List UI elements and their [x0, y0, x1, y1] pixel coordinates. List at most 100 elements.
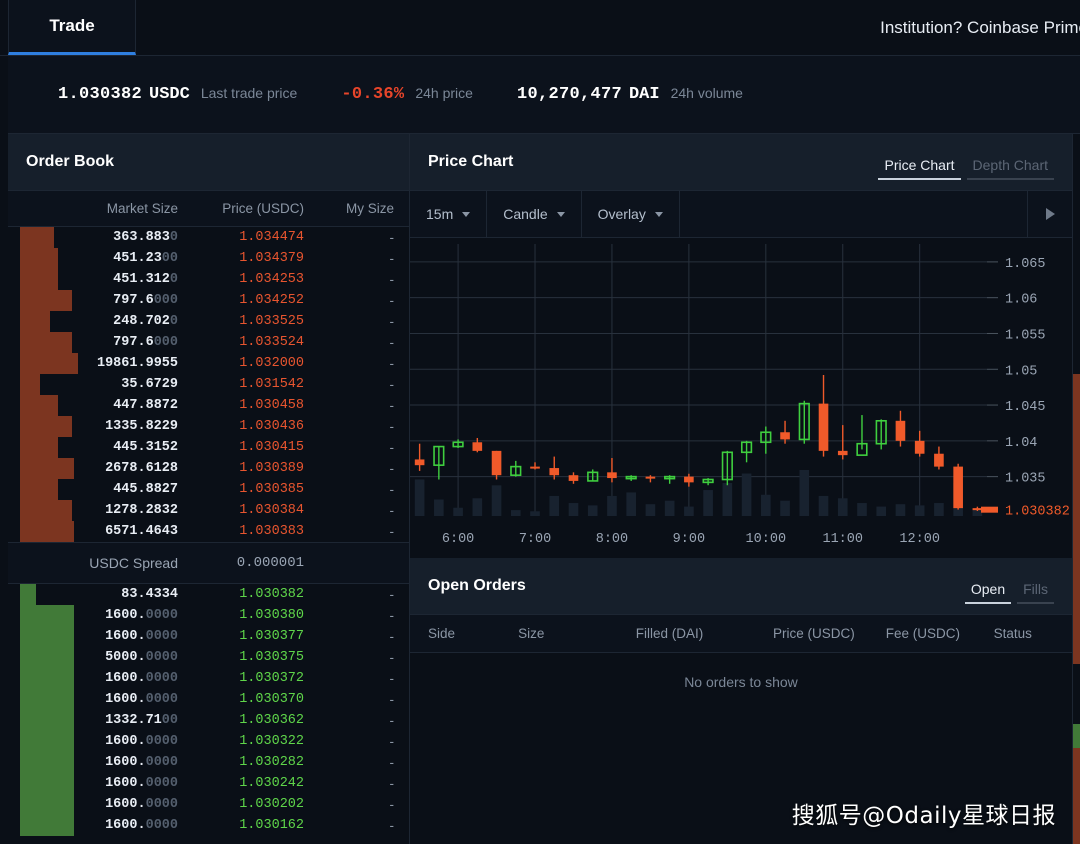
stat-24h-volume: 10,270,477 DAI 24h volume: [517, 85, 743, 104]
order-book-row[interactable]: 445.3152 1.030415 -: [8, 437, 409, 458]
tab-fills[interactable]: Fills: [1017, 579, 1054, 604]
row-my-size: -: [389, 419, 395, 434]
row-price: 1.030377: [239, 629, 304, 644]
order-book-panel: Order Book Market Size Price (USDC) My S…: [8, 134, 410, 844]
candlestick-chart[interactable]: 1.065 1.06 1.055 1.05 1.045 1.04 1.035 6:00 7:00…: [410, 238, 1072, 558]
open-orders-column: Fee (USDC): [885, 626, 961, 641]
row-my-size: -: [389, 440, 395, 455]
order-book-row[interactable]: 1600.0000 1.030380 -: [8, 605, 409, 626]
row-price: 1.030389: [239, 461, 304, 476]
row-price: 1.030385: [239, 482, 304, 497]
stat-24h-price-change: -0.36% 24h price: [341, 85, 473, 104]
clipped-side-panel: [1072, 134, 1080, 844]
volume-value: 10,270,477: [516, 85, 622, 104]
svg-text:9:00: 9:00: [673, 532, 705, 547]
order-book-row[interactable]: 1335.8229 1.030436 -: [8, 416, 409, 437]
chart-type-dropdown[interactable]: Candle: [487, 191, 582, 237]
order-book-row[interactable]: 1600.0000 1.030377 -: [8, 626, 409, 647]
row-price: 1.034253: [239, 272, 304, 287]
row-my-size: -: [389, 335, 395, 350]
row-market-size: 447.8872: [113, 398, 178, 413]
market-stats-bar: 1.030382 USDC Last trade price -0.36% 24…: [8, 56, 1080, 134]
order-book-row[interactable]: 1600.0000 1.030242 -: [8, 773, 409, 794]
svg-text:1.055: 1.055: [1005, 328, 1046, 343]
row-price: 1.033525: [239, 314, 304, 329]
order-book-row[interactable]: 1600.0000 1.030202 -: [8, 794, 409, 815]
order-book-row[interactable]: 363.8830 1.034474 -: [8, 227, 409, 248]
svg-text:1.04: 1.04: [1005, 436, 1037, 451]
spread-label: USDC Spread: [89, 555, 178, 571]
chart-canvas: 1.065 1.06 1.055 1.05 1.045 1.04 1.035 6:00 7:00…: [410, 244, 1070, 547]
bid-rows-container: 83.4334 1.030382-1600.0000 1.030380-1600.0…: [8, 584, 409, 836]
svg-text:11:00: 11:00: [822, 532, 863, 547]
row-market-size: 1600.0000: [105, 797, 178, 812]
order-book-row[interactable]: 83.4334 1.030382 -: [8, 584, 409, 605]
svg-text:1.035: 1.035: [1005, 472, 1046, 487]
order-book-row[interactable]: 447.8872 1.030458 -: [8, 395, 409, 416]
price-change-value: -0.36%: [341, 85, 405, 104]
ask-rows-container: 363.8830 1.034474-451.2300 1.034379-451.31…: [8, 227, 409, 542]
svg-text:1.065: 1.065: [1005, 257, 1046, 272]
order-book-row[interactable]: 1332.7100 1.030362 -: [8, 710, 409, 731]
row-price: 1.030458: [239, 398, 304, 413]
row-price: 1.034252: [239, 293, 304, 308]
row-market-size: 83.4334: [121, 587, 178, 602]
row-my-size: -: [389, 776, 395, 791]
order-book-row[interactable]: 445.8827 1.030385 -: [8, 479, 409, 500]
overlay-dropdown[interactable]: Overlay: [582, 191, 680, 237]
row-market-size: 1335.8229: [105, 419, 178, 434]
column-price: Price (USDC): [222, 201, 304, 216]
tab-price-chart[interactable]: Price Chart: [878, 155, 961, 180]
row-my-size: -: [389, 524, 395, 539]
row-price: 1.030162: [239, 818, 304, 833]
svg-text:1.06: 1.06: [1005, 293, 1037, 308]
order-book-row[interactable]: 6571.4643 1.030383 -: [8, 521, 409, 542]
row-market-size: 451.2300: [113, 251, 178, 266]
open-orders-header: Open Orders Open Fills: [410, 558, 1072, 615]
order-book-row[interactable]: 5000.0000 1.030375 -: [8, 647, 409, 668]
svg-text:12:00: 12:00: [899, 532, 940, 547]
clipped-depth-bar: [1073, 374, 1080, 664]
row-price: 1.031542: [239, 377, 304, 392]
svg-text:8:00: 8:00: [596, 532, 628, 547]
row-market-size: 1600.0000: [105, 755, 178, 770]
row-price: 1.030382: [239, 587, 304, 602]
tab-open[interactable]: Open: [964, 579, 1012, 604]
order-book-row[interactable]: 1600.0000 1.030372 -: [8, 668, 409, 689]
row-price: 1.032000: [239, 356, 304, 371]
order-book-row[interactable]: 797.6000 1.033524 -: [8, 332, 409, 353]
order-book-row[interactable]: 248.7020 1.033525 -: [8, 311, 409, 332]
order-book-row[interactable]: 1278.2832 1.030384 -: [8, 500, 409, 521]
order-book-row[interactable]: 797.6000 1.034252 -: [8, 290, 409, 311]
top-navigation: Trade Institution? Coinbase Prime: [0, 0, 1080, 56]
row-my-size: -: [389, 734, 395, 749]
order-book-row[interactable]: 19861.9955 1.032000 -: [8, 353, 409, 374]
row-market-size: 363.8830: [113, 230, 178, 245]
open-orders-column: Size: [518, 626, 545, 641]
order-book-row[interactable]: 35.6729 1.031542 -: [8, 374, 409, 395]
order-book-row[interactable]: 1600.0000 1.030162 -: [8, 815, 409, 836]
row-price: 1.030380: [239, 608, 304, 623]
order-book-row[interactable]: 2678.6128 1.030389 -: [8, 458, 409, 479]
row-my-size: -: [389, 503, 395, 518]
order-book-row[interactable]: 451.2300 1.034379 -: [8, 248, 409, 269]
watermark: 搜狐号@Odaily星球日报: [791, 803, 1056, 829]
tab-trade[interactable]: Trade: [8, 0, 136, 55]
interval-label: 15m: [426, 206, 454, 222]
interval-dropdown[interactable]: 15m: [410, 191, 488, 237]
row-market-size: 248.7020: [113, 314, 178, 329]
svg-text:1.05: 1.05: [1005, 364, 1037, 379]
row-my-size: -: [389, 692, 395, 707]
order-book-row[interactable]: 1600.0000 1.030370 -: [8, 689, 409, 710]
coinbase-prime-promo-label: Institution? Coinbase Prime: [880, 18, 1080, 37]
order-book-row[interactable]: 1600.0000 1.030282 -: [8, 752, 409, 773]
volume-unit: DAI: [628, 85, 660, 104]
play-button[interactable]: [1028, 191, 1072, 237]
tab-depth-chart[interactable]: Depth Chart: [966, 155, 1054, 180]
row-market-size: 35.6729: [121, 377, 178, 392]
coinbase-prime-promo-link[interactable]: Institution? Coinbase Prime: [880, 0, 1080, 56]
order-book-row[interactable]: 451.3120 1.034253 -: [8, 269, 409, 290]
row-market-size: 1332.7100: [105, 713, 178, 728]
price-chart-header: Price Chart Price Chart Depth Chart: [410, 134, 1072, 191]
order-book-row[interactable]: 1600.0000 1.030322 -: [8, 731, 409, 752]
